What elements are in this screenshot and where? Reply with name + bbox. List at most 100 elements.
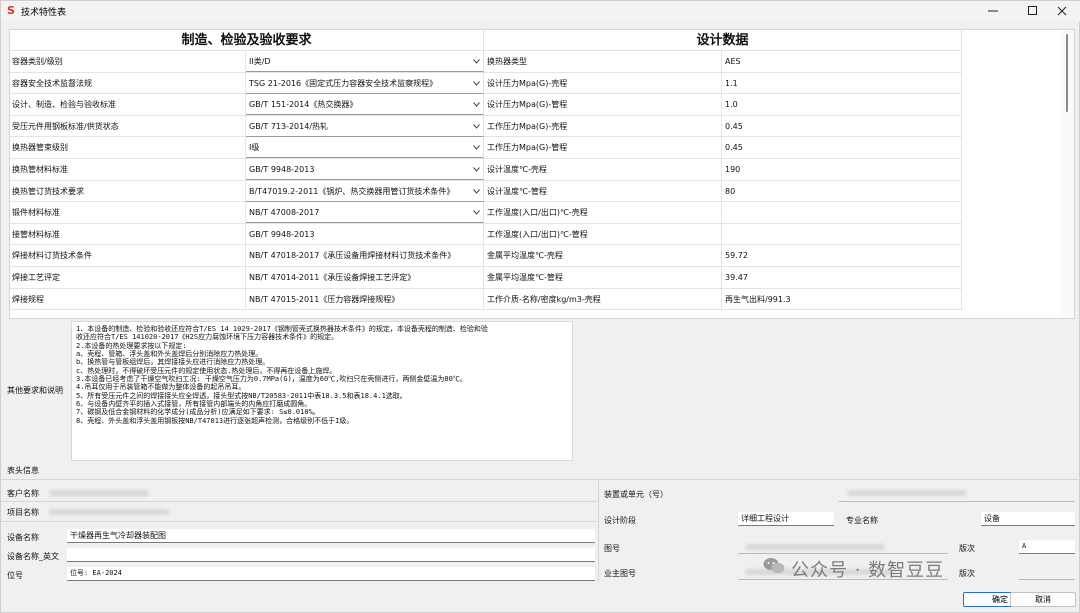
spec-row: 换热管订货技术要求 B/T47019.2-2011《锅炉、热交换器用管订货技术条件… [10, 180, 962, 203]
customer-name-label: 客户名称 [7, 489, 39, 498]
requirement-select[interactable]: GB/T 9948-2013 [246, 159, 484, 180]
requirement-label: 焊接工艺评定 [10, 267, 246, 288]
requirement-select[interactable]: GB/T 713-2014/热轧 [246, 115, 484, 137]
notes-line: 4.吊耳仅用于吊装管箱不能做为整体设备的起吊吊耳。 [76, 383, 246, 392]
requirement-value[interactable]: NB/T 47014-2011《承压设备焊接工艺评定》 [246, 267, 484, 288]
requirement-label: 换热管材料标准 [10, 159, 246, 180]
design-label: 换热器类型 [484, 51, 722, 72]
spec-row: 受压元件用钢板标准/供货状态 GB/T 713-2014/热轧 工作压力Mpa(G)… [10, 115, 962, 138]
position-field[interactable]: 位号: EA-2024 [67, 567, 595, 581]
design-label: 设计压力Mpa(G)-管程 [484, 94, 722, 116]
requirement-select[interactable]: II类/D [246, 51, 484, 72]
unit-label: 装置或单元（号） [604, 490, 668, 499]
design-value[interactable]: 再生气出料/991.3 [722, 288, 962, 310]
requirement-label: 焊接材料订货技术条件 [10, 245, 246, 267]
chevron-down-icon[interactable] [473, 94, 480, 114]
requirement-value-text: GB/T 9948-2013 [249, 165, 315, 174]
requirement-value-text: GB/T 9948-2013 [249, 229, 315, 239]
chevron-down-icon[interactable] [473, 51, 480, 71]
requirement-label: 接管材料标准 [10, 223, 246, 245]
requirement-select[interactable]: B/T47019.2-2011《锅炉、热交换器用管订货技术条件》 [246, 180, 484, 202]
chevron-down-icon[interactable] [473, 137, 480, 157]
design-value[interactable]: 59.72 [722, 245, 962, 267]
cancel-button[interactable]: 取消 [1010, 592, 1076, 607]
design-value[interactable]: 80 [722, 180, 962, 202]
revision-field[interactable]: A [1019, 540, 1075, 554]
design-label: 工作温度(入口/出口)℃-管程 [484, 223, 722, 245]
project-name-label: 项目名称 [7, 508, 39, 517]
spec-row: 焊接材料订货技术条件 NB/T 47018-2017《承压设备用焊接材料订货技术条… [10, 245, 962, 267]
customer-name-value-redacted [49, 490, 149, 496]
app-logo-icon: S [7, 4, 15, 17]
requirement-label: 焊接规程 [10, 288, 246, 310]
requirement-value-text: TSG 21-2016《固定式压力容器安全技术监察规程》 [249, 78, 438, 88]
spec-row: 接管材料标准 GB/T 9948-2013 工作温度(入口/出口)℃-管程 [10, 223, 962, 246]
requirement-label: 受压元件用钢板标准/供货状态 [10, 115, 246, 137]
scrollbar-thumb[interactable] [1066, 34, 1068, 112]
requirement-label: 换热器管束级别 [10, 137, 246, 159]
requirement-value-text: NB/T 47014-2011《承压设备焊接工艺评定》 [249, 273, 416, 282]
device-name-field[interactable]: 干燥器再生气冷却器装配图 [67, 529, 595, 543]
spec-row: 设计、制造、检验与验收标准 GB/T 151-2014《热交换器》 设计压力Mpa(… [10, 94, 962, 116]
spec-row: 容器类别/级别 II类/D 换热器类型 AES [10, 51, 962, 73]
design-value[interactable]: 0.45 [722, 115, 962, 137]
design-value[interactable]: AES [722, 51, 962, 72]
drawing-no-label: 图号 [604, 544, 620, 553]
requirement-value-text: I级 [249, 143, 260, 153]
watermark-text: 公众号 · 数智豆豆 [791, 560, 945, 581]
chevron-down-icon[interactable] [473, 202, 480, 222]
close-button[interactable] [1045, 1, 1079, 21]
design-label: 金属平均温度℃-管程 [484, 267, 722, 288]
design-value[interactable]: 0.45 [722, 137, 962, 159]
requirement-value[interactable]: NB/T 47015-2011《压力容器焊接规程》 [246, 288, 484, 310]
specialty-field[interactable]: 设备 [981, 512, 1075, 526]
vertical-scrollbar[interactable] [1060, 30, 1074, 318]
drawing-no-value-redacted [745, 544, 885, 550]
design-label: 工作介质-名称/密度kg/m3-壳程 [484, 288, 722, 310]
specialty-label: 专业名称 [846, 516, 878, 525]
revision2-label: 版次 [959, 569, 975, 578]
requirement-select[interactable]: I级 [246, 137, 484, 159]
wechat-icon [763, 558, 785, 574]
requirement-value[interactable]: GB/T 9948-2013 [246, 223, 484, 245]
chevron-down-icon[interactable] [473, 73, 480, 93]
header-info-label: 表头信息 [7, 466, 39, 475]
design-value[interactable]: 1.0 [722, 94, 962, 116]
spec-row: 容器安全技术监督法规 TSG 21-2016《固定式压力容器安全技术监察规程》 设计… [10, 72, 962, 95]
title-bar: S 技术特性表 [1, 1, 1080, 21]
notes-line: 5、所有受压元件之间的焊接接头应全焊透，接头型式按NB/T20583-2011中… [76, 391, 407, 400]
design-stage-field[interactable]: 详细工程设计 [738, 512, 834, 526]
unit-value-redacted [847, 490, 967, 496]
notes-label: 其他要求和说明 [7, 386, 63, 395]
device-name-en-field[interactable] [67, 548, 595, 562]
requirement-label: 锻件材料标准 [10, 202, 246, 224]
requirement-select[interactable]: TSG 21-2016《固定式压力容器安全技术监察规程》 [246, 72, 484, 94]
requirement-value[interactable]: NB/T 47018-2017《承压设备用焊接材料订货技术条件》 [246, 245, 484, 267]
chevron-down-icon[interactable] [473, 181, 480, 201]
technical-spec-window: S 技术特性表 制造、检验及验收要求 设计数据 容器类别/级别 II类/D 换热器类… [0, 0, 1080, 613]
spec-row: 焊接工艺评定 NB/T 47014-2011《承压设备焊接工艺评定》 金属平均温度℃… [10, 267, 962, 289]
design-value[interactable] [722, 202, 962, 224]
design-label: 设计温度℃-壳程 [484, 159, 722, 180]
chevron-down-icon[interactable] [473, 116, 480, 136]
design-label: 设计温度℃-管程 [484, 180, 722, 202]
requirement-select[interactable]: GB/T 151-2014《热交换器》 [246, 94, 484, 116]
window-title: 技术特性表 [21, 8, 67, 18]
notes-line: 2.本设备的热处理要求按以下规定: [76, 341, 187, 350]
design-value[interactable]: 1.1 [722, 72, 962, 94]
design-value[interactable] [722, 223, 962, 245]
notes-textarea[interactable]: 1、本设备的制造、检验和验收还应符合T/ES 14 1029-2017《钢制管壳… [71, 321, 573, 461]
maximize-icon [1028, 6, 1037, 15]
minimize-button[interactable] [976, 1, 1010, 21]
design-value[interactable]: 190 [722, 159, 962, 180]
chevron-down-icon[interactable] [473, 159, 480, 179]
spec-row: 换热器管束级别 I级 工作压力Mpa(G)-管程 0.45 [10, 137, 962, 159]
requirement-select[interactable]: NB/T 47008-2017 [246, 202, 484, 224]
notes-line: 收还应符合T/ES 141020-2017《H2S应力腐蚀环境下压力容器技术条件… [76, 333, 339, 342]
owner-drawing-label: 业主图号 [604, 569, 636, 578]
requirement-label: 换热管订货技术要求 [10, 180, 246, 202]
notes-line: 8、壳程、外头盖和浮头盖用钢板按NB/T47013进行逐张超声检测，合格级别不低… [76, 416, 354, 425]
design-value[interactable]: 39.47 [722, 267, 962, 288]
project-name-value-redacted [49, 509, 169, 515]
design-label: 工作压力Mpa(G)-管程 [484, 137, 722, 159]
